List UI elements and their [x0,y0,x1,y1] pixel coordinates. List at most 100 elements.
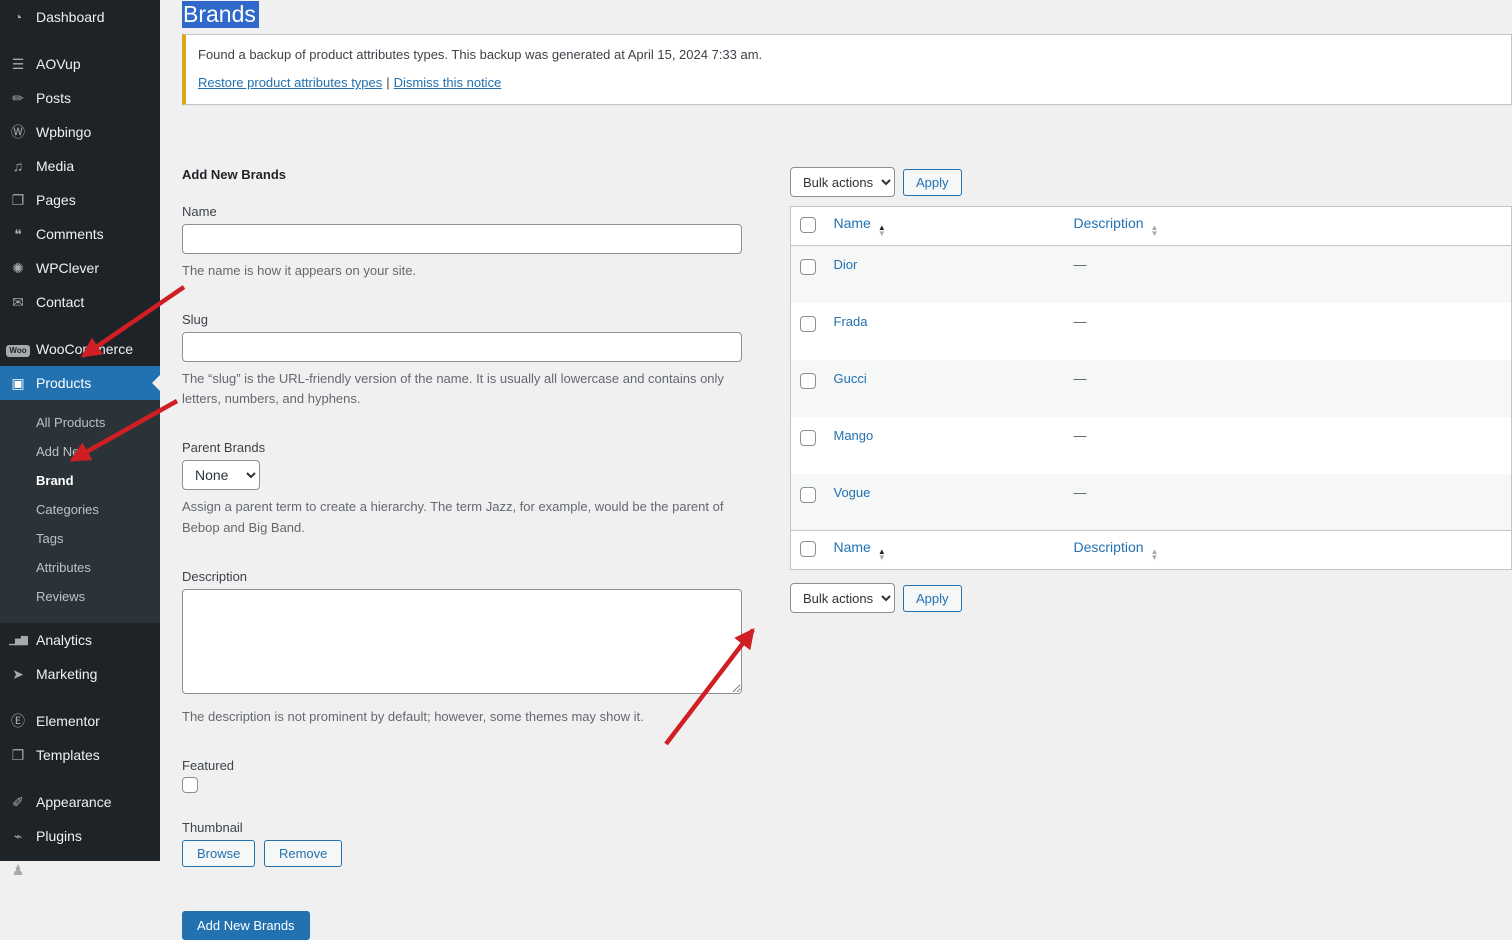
apply-button-bottom[interactable]: Apply [903,585,962,612]
sidebar-item-woocommerce[interactable]: Woo WooCommerce [0,332,160,366]
brand-description: — [1064,246,1512,303]
slug-help-text: The “slug” is the URL-friendly version o… [182,369,742,409]
row-checkbox[interactable] [800,430,816,446]
sort-arrows-icon: ▲▼ [878,225,886,237]
remove-button[interactable]: Remove [264,840,342,867]
add-brand-form: Add New Brands Name The name is how it a… [182,167,742,940]
sidebar-item-dashboard[interactable]: ◔ Dashboard [0,0,160,34]
page-title: Brands [182,0,1512,28]
browse-button[interactable]: Browse [182,840,255,867]
sidebar-item-label: Wpbingo [36,124,91,140]
parent-brands-select[interactable]: None [182,460,260,490]
slug-input[interactable] [182,332,742,362]
submenu-item-add-new[interactable]: Add New [0,437,160,466]
row-checkbox[interactable] [800,316,816,332]
parent-field-group: Parent Brands None Assign a parent term … [182,440,742,537]
submenu-item-reviews[interactable]: Reviews [0,582,160,611]
sidebar-item-posts[interactable]: ✏ Posts [0,81,160,115]
plug-icon: ⌁ [0,829,36,843]
sidebar-item-analytics[interactable]: ▁▅▇ Analytics [0,623,160,657]
row-checkbox[interactable] [800,259,816,275]
sidebar-item-label: Elementor [36,713,100,729]
sidebar-item-comments[interactable]: ❝ Comments [0,217,160,251]
sidebar-item-products[interactable]: ▣ Products [0,366,160,400]
submenu-item-all-products[interactable]: All Products [0,408,160,437]
sidebar-item-plugins[interactable]: ⌁ Plugins [0,819,160,853]
name-input[interactable] [182,224,742,254]
brands-table: Name▲▼ Description▲▼ Dior — Frada [790,206,1512,570]
brand-description: — [1064,360,1512,417]
envelope-icon: ✉ [0,295,36,309]
pushpin-icon: ✏ [0,91,36,105]
submenu-item-tags[interactable]: Tags [0,524,160,553]
woocommerce-logo-icon: Woo [0,341,36,357]
backup-notice: Found a backup of product attributes typ… [182,34,1512,105]
submenu-item-attributes[interactable]: Attributes [0,553,160,582]
sidebar-item-users[interactable]: ♟ Users [0,853,160,887]
sidebar-item-label: Analytics [36,632,92,648]
name-column-header[interactable]: Name▲▼ [824,207,1064,246]
aovup-icon: ☰ [0,57,36,71]
sidebar-item-label: Pages [36,192,76,208]
sidebar-item-label: Comments [36,226,104,242]
sort-arrows-icon: ▲▼ [1151,225,1159,237]
name-field-group: Name The name is how it appears on your … [182,204,742,281]
sidebar-item-marketing[interactable]: ➤ Marketing [0,657,160,691]
description-label: Description [182,569,742,584]
brand-name-link[interactable]: Dior [834,257,858,272]
submenu-item-categories[interactable]: Categories [0,495,160,524]
sidebar-item-wpclever[interactable]: ✺ WPClever [0,251,160,285]
notice-link-separator: | [386,75,389,90]
table-row: Dior — [791,246,1512,303]
brand-description: — [1064,417,1512,474]
description-help-text: The description is not prominent by defa… [182,707,742,727]
sidebar-item-contact[interactable]: ✉ Contact [0,285,160,319]
sidebar-item-wpbingo[interactable]: Ⓦ Wpbingo [0,115,160,149]
sidebar-item-label: WooCommerce [36,341,133,357]
description-column-footer[interactable]: Description▲▼ [1064,531,1512,570]
name-label: Name [182,204,742,219]
sidebar-item-label: Products [36,375,91,391]
sidebar-item-pages[interactable]: ❐ Pages [0,183,160,217]
name-column-footer[interactable]: Name▲▼ [824,531,1064,570]
bar-chart-icon: ▁▅▇ [0,636,36,645]
thumbnail-field-group: Thumbnail Browse Remove [182,820,742,867]
sidebar-item-aovup[interactable]: ☰ AOVup [0,47,160,81]
bulk-actions-select-top[interactable]: Bulk actions [790,167,895,197]
select-all-checkbox-top[interactable] [800,217,816,233]
speech-bubble-icon: ❝ [0,227,36,241]
sidebar-item-templates[interactable]: ❒ Templates [0,738,160,772]
brand-name-link[interactable]: Frada [834,314,868,329]
select-all-checkbox-bottom[interactable] [800,541,816,557]
restore-attributes-link[interactable]: Restore product attributes types [198,75,382,90]
sidebar-item-label: Plugins [36,828,82,844]
sidebar-item-media[interactable]: ♫ Media [0,149,160,183]
row-checkbox[interactable] [800,487,816,503]
table-row: Gucci — [791,360,1512,417]
pages-icon: ❐ [0,193,36,207]
dashboard-icon: ◔ [0,10,36,24]
add-new-brands-button[interactable]: Add New Brands [182,911,310,940]
parent-help-text: Assign a parent term to create a hierarc… [182,497,742,537]
tablenav-top: Bulk actions Apply [790,167,1512,197]
featured-checkbox[interactable] [182,777,198,793]
paintbrush-icon: ✐ [0,795,36,809]
bulk-actions-select-bottom[interactable]: Bulk actions [790,583,895,613]
sidebar-item-elementor[interactable]: Ⓔ Elementor [0,704,160,738]
brand-name-link[interactable]: Mango [834,428,874,443]
main-content: Brands Found a backup of product attribu… [160,0,1512,861]
description-column-header[interactable]: Description▲▼ [1064,207,1512,246]
row-checkbox[interactable] [800,373,816,389]
featured-label: Featured [182,758,742,773]
dismiss-notice-link[interactable]: Dismiss this notice [394,75,502,90]
description-textarea[interactable] [182,589,742,694]
table-row: Vogue — [791,474,1512,531]
brand-name-link[interactable]: Gucci [834,371,867,386]
apply-button-top[interactable]: Apply [903,169,962,196]
sidebar-item-appearance[interactable]: ✐ Appearance [0,785,160,819]
brand-name-link[interactable]: Vogue [834,485,871,500]
folder-icon: ❒ [0,748,36,762]
sidebar-item-label: WPClever [36,260,99,276]
tablenav-bottom: Bulk actions Apply [790,583,1512,613]
submenu-item-brand[interactable]: Brand [0,466,160,495]
